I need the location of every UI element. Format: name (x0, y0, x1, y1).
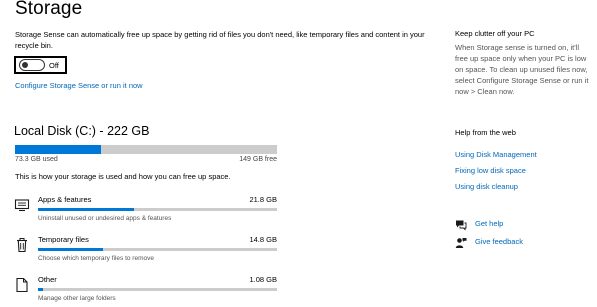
chat-bubble-icon (455, 218, 467, 236)
category-usage-bar (38, 208, 277, 211)
storage-sense-toggle[interactable]: Off (14, 56, 67, 74)
disk-used-label: 73.3 GB used (15, 156, 58, 163)
give-feedback-button[interactable]: Give feedback (455, 236, 575, 250)
category-usage-bar (38, 288, 277, 291)
get-help-button[interactable]: Get help (455, 218, 575, 232)
get-help-label: Get help (475, 219, 504, 228)
link-using-disk-cleanup[interactable]: Using disk cleanup (455, 182, 518, 191)
category-size: 1.08 GB (249, 275, 277, 284)
apps-monitor-icon (14, 197, 30, 213)
category-description: Choose which temporary files to remove (38, 255, 154, 262)
disk-title: Local Disk (C:) - 222 GB (14, 124, 150, 138)
disk-usage-bar (15, 145, 277, 154)
category-usage-bar-fill (38, 208, 134, 211)
page-title: Storage (15, 0, 83, 19)
give-feedback-label: Give feedback (475, 237, 523, 246)
help-heading: Help from the web (455, 128, 516, 137)
clutter-heading: Keep clutter off your PC (455, 29, 535, 38)
category-apps-features[interactable]: Apps & features 21.8 GB Uninstall unused… (14, 195, 277, 229)
link-using-disk-management[interactable]: Using Disk Management (455, 150, 537, 159)
category-temporary-files[interactable]: Temporary files 14.8 GB Choose which tem… (14, 235, 277, 269)
category-name: Apps & features (38, 195, 92, 204)
category-name: Temporary files (38, 235, 89, 244)
feedback-person-icon (455, 236, 467, 254)
category-name: Other (38, 275, 57, 284)
toggle-track[interactable] (19, 59, 45, 71)
configure-storage-sense-link[interactable]: Configure Storage Sense or run it now (15, 81, 143, 90)
category-usage-bar-fill (38, 288, 43, 291)
category-description: Uninstall unused or undesired apps & fea… (38, 215, 172, 222)
disk-usage-bar-fill (15, 145, 102, 154)
trash-icon (14, 237, 30, 253)
clutter-text: When Storage sense is turned on, it'll f… (455, 43, 589, 96)
category-description: Manage other large folders (38, 295, 116, 302)
storage-sense-description: Storage Sense can automatically free up … (15, 30, 425, 50)
category-usage-bar (38, 248, 277, 251)
disk-info-text: This is how your storage is used and how… (15, 172, 231, 181)
category-size: 14.8 GB (249, 235, 277, 244)
toggle-knob (22, 61, 28, 68)
folder-icon (14, 277, 30, 293)
disk-free-label: 149 GB free (239, 156, 277, 163)
link-fixing-low-disk-space[interactable]: Fixing low disk space (455, 166, 526, 175)
category-usage-bar-fill (38, 248, 103, 251)
category-other[interactable]: Other 1.08 GB Manage other large folders (14, 275, 277, 307)
category-size: 21.8 GB (249, 195, 277, 204)
toggle-state-label: Off (49, 60, 59, 70)
